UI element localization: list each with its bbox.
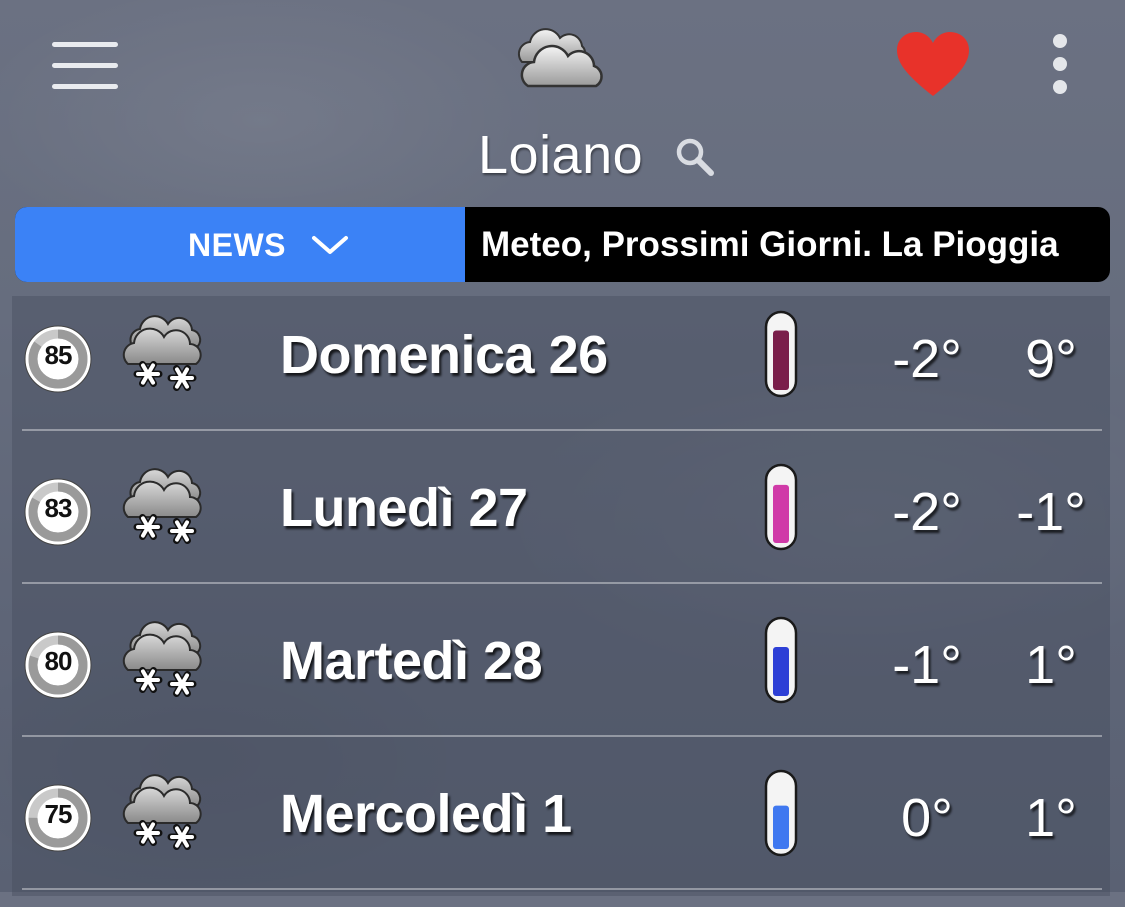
precipitation-bar	[764, 463, 798, 551]
news-ticker[interactable]: Meteo, Prossimi Giorni. La Pioggia	[481, 225, 1110, 265]
snow-cloud-icon	[122, 315, 202, 392]
dot	[1053, 34, 1067, 48]
dot	[1053, 57, 1067, 71]
precipitation-fill	[773, 330, 789, 390]
precipitation-bar	[764, 310, 798, 398]
temp-max: 9°	[1025, 329, 1077, 389]
day-label: Lunedì 27	[280, 478, 528, 538]
hamburger-line	[52, 42, 118, 47]
dot	[1053, 80, 1067, 94]
score-value: 75	[44, 799, 73, 829]
more-options-button[interactable]	[1048, 34, 1072, 98]
forecast-row[interactable]: 75 Mercoledì 1 0° 1°	[12, 755, 1110, 907]
snow-cloud-icon	[122, 774, 202, 851]
forecast-list: 85 Domenica 26 -2° 9° 83 Lunedì 27 -2° -…	[12, 296, 1110, 896]
favorite-heart-icon[interactable]	[895, 30, 971, 98]
score-value: 80	[44, 646, 73, 676]
news-label: NEWS	[188, 227, 286, 263]
temp-max: -1°	[1016, 482, 1086, 542]
day-label: Mercoledì 1	[280, 784, 572, 844]
news-dropdown-button[interactable]: NEWS	[15, 207, 465, 282]
hamburger-line	[52, 84, 118, 89]
search-icon[interactable]	[674, 136, 716, 178]
city-name[interactable]: Loiano	[478, 124, 643, 186]
forecast-row[interactable]: 80 Martedì 28 -1° 1°	[12, 602, 1110, 754]
temp-max: 1°	[1025, 788, 1077, 848]
day-label: Domenica 26	[280, 325, 608, 385]
temp-max: 1°	[1025, 635, 1077, 695]
precipitation-fill	[773, 484, 789, 543]
precipitation-bar	[764, 769, 798, 857]
hamburger-line	[52, 63, 118, 68]
forecast-row[interactable]: 83 Lunedì 27 -2° -1°	[12, 449, 1110, 601]
cloudy-logo-icon	[517, 28, 603, 88]
precipitation-fill	[773, 647, 789, 696]
temp-min: 0°	[901, 788, 953, 848]
row-divider	[22, 735, 1102, 737]
forecast-row[interactable]: 85 Domenica 26 -2° 9°	[12, 296, 1110, 448]
precipitation-bar	[764, 616, 798, 704]
score-value: 83	[44, 493, 73, 523]
chevron-down-icon	[312, 236, 348, 254]
temp-min: -2°	[892, 329, 962, 389]
temp-min: -1°	[892, 635, 962, 695]
score-value: 85	[44, 340, 73, 370]
precipitation-fill	[773, 805, 789, 849]
day-label: Martedì 28	[280, 631, 543, 691]
news-bar: NEWS Meteo, Prossimi Giorni. La Pioggia	[15, 207, 1110, 282]
menu-button[interactable]	[52, 42, 118, 90]
temp-min: -2°	[892, 482, 962, 542]
row-divider	[22, 582, 1102, 584]
row-divider	[22, 429, 1102, 431]
row-divider	[22, 888, 1102, 890]
snow-cloud-icon	[122, 621, 202, 698]
snow-cloud-icon	[122, 468, 202, 545]
